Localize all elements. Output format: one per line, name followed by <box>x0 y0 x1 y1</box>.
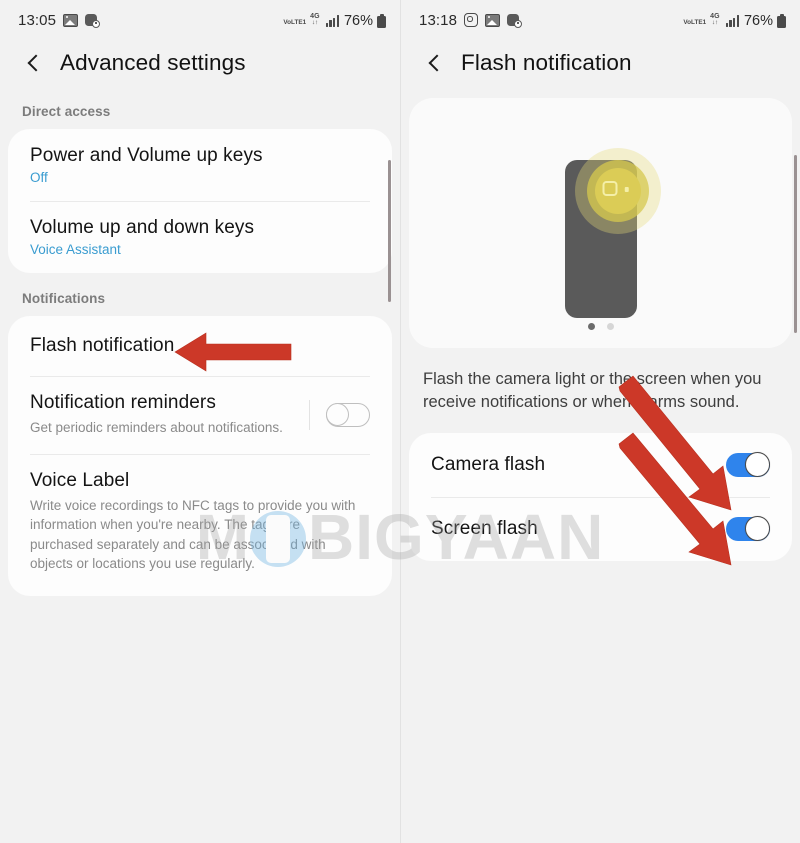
status-time: 13:05 <box>18 11 57 29</box>
scrollbar-right[interactable] <box>793 155 797 333</box>
row-flash-notification[interactable]: Flash notification <box>8 316 392 376</box>
status-bar-left: 13:18 <box>419 11 523 29</box>
flash-notification-description: Flash the camera light or the screen whe… <box>423 370 762 412</box>
screenshot-root: 13:05 VoLTE1 4G ↓↑ 76% Advanced settings… <box>0 0 800 843</box>
clock-app-icon <box>507 13 523 28</box>
row-subtitle: Write voice recordings to NFC tags to pr… <box>30 497 356 572</box>
row-screen-flash[interactable]: Screen flash <box>409 496 792 561</box>
battery-percent: 76% <box>343 12 373 29</box>
illustration-card <box>409 98 792 348</box>
row-volume-up-and-down-keys[interactable]: Volume up and down keys Voice Assistant <box>8 201 392 273</box>
row-camera-flash[interactable]: Camera flash <box>409 433 792 497</box>
page-dot-1[interactable] <box>587 323 595 330</box>
row-voice-label[interactable]: Voice Label Write voice recordings to NF… <box>8 453 392 596</box>
row-title: Volume up and down keys <box>30 217 255 238</box>
status-bar-left: 13:05 <box>18 11 101 29</box>
app-bar: Flash notification <box>401 40 800 98</box>
battery-percent: 76% <box>743 12 773 29</box>
toggle-screen-flash[interactable] <box>726 515 770 541</box>
page-indicator-dots[interactable] <box>409 323 792 330</box>
signal-bars-icon <box>725 15 739 27</box>
toggle-camera-flash[interactable] <box>726 451 770 477</box>
volte-label: VoLTE1 <box>283 19 307 27</box>
image-icon <box>63 13 79 27</box>
clock-app-icon <box>85 13 101 28</box>
image-icon <box>485 13 501 27</box>
row-title: Notification reminders <box>30 392 216 413</box>
section-label-direct-access: Direct access <box>22 104 111 119</box>
row-power-and-volume-up-keys[interactable]: Power and Volume up keys Off <box>8 129 392 201</box>
row-title: Screen flash <box>431 517 538 539</box>
volte-icon: VoLTE1 <box>283 19 307 27</box>
row-subtitle: Get periodic reminders about notificatio… <box>30 420 283 435</box>
camera-lens-icon <box>602 181 617 196</box>
status-bar-right: VoLTE1 4G ↓↑ 76% <box>283 12 386 29</box>
back-icon[interactable] <box>423 52 445 74</box>
status-bar: 13:18 VoLTE1 4G ↓↑ 76% <box>401 0 800 40</box>
row-title: Flash notification <box>30 335 175 356</box>
section-label-notifications: Notifications <box>22 291 106 306</box>
signal-bars-icon <box>325 15 339 27</box>
page-title: Advanced settings <box>60 50 246 75</box>
row-divider <box>309 399 310 430</box>
row-title: Power and Volume up keys <box>30 145 263 166</box>
battery-icon <box>377 13 386 28</box>
page-title: Flash notification <box>461 50 632 75</box>
network-type-icon: 4G ↓↑ <box>710 13 719 27</box>
row-subtitle: Off <box>30 170 48 185</box>
status-bar-right: VoLTE1 4G ↓↑ 76% <box>683 12 786 29</box>
page-dot-2[interactable] <box>606 323 614 330</box>
back-icon[interactable] <box>22 52 44 74</box>
row-title: Camera flash <box>431 453 546 475</box>
status-bar: 13:05 VoLTE1 4G ↓↑ 76% <box>0 0 400 40</box>
row-notification-reminders[interactable]: Notification reminders Get periodic remi… <box>8 376 392 454</box>
data-arrows: ↓↑ <box>311 19 318 26</box>
row-title: Voice Label <box>30 469 130 491</box>
row-subtitle: Voice Assistant <box>30 242 121 257</box>
scrollbar-left[interactable] <box>387 160 391 302</box>
toggle-notification-reminders[interactable] <box>326 402 370 427</box>
battery-icon <box>777 13 786 28</box>
left-screen-advanced-settings: 13:05 VoLTE1 4G ↓↑ 76% Advanced settings… <box>0 0 400 843</box>
network-type-icon: 4G ↓↑ <box>310 13 319 27</box>
right-screen-flash-notification: 13:18 VoLTE1 4G ↓↑ 76% Flash notificatio… <box>400 0 800 843</box>
card-direct-access: Power and Volume up keys Off Volume up a… <box>8 129 392 273</box>
card-flash-options: Camera flash Screen flash <box>409 432 792 561</box>
card-notifications: Flash notification Notification reminder… <box>8 316 392 596</box>
volte-icon: VoLTE1 <box>683 19 707 27</box>
volte-label: VoLTE1 <box>683 19 707 27</box>
data-arrows: ↓↑ <box>711 19 718 26</box>
app-bar: Advanced settings <box>0 40 400 98</box>
status-time: 13:18 <box>419 11 458 29</box>
instagram-icon <box>464 13 479 27</box>
camera-flash-dot-icon <box>624 187 629 192</box>
